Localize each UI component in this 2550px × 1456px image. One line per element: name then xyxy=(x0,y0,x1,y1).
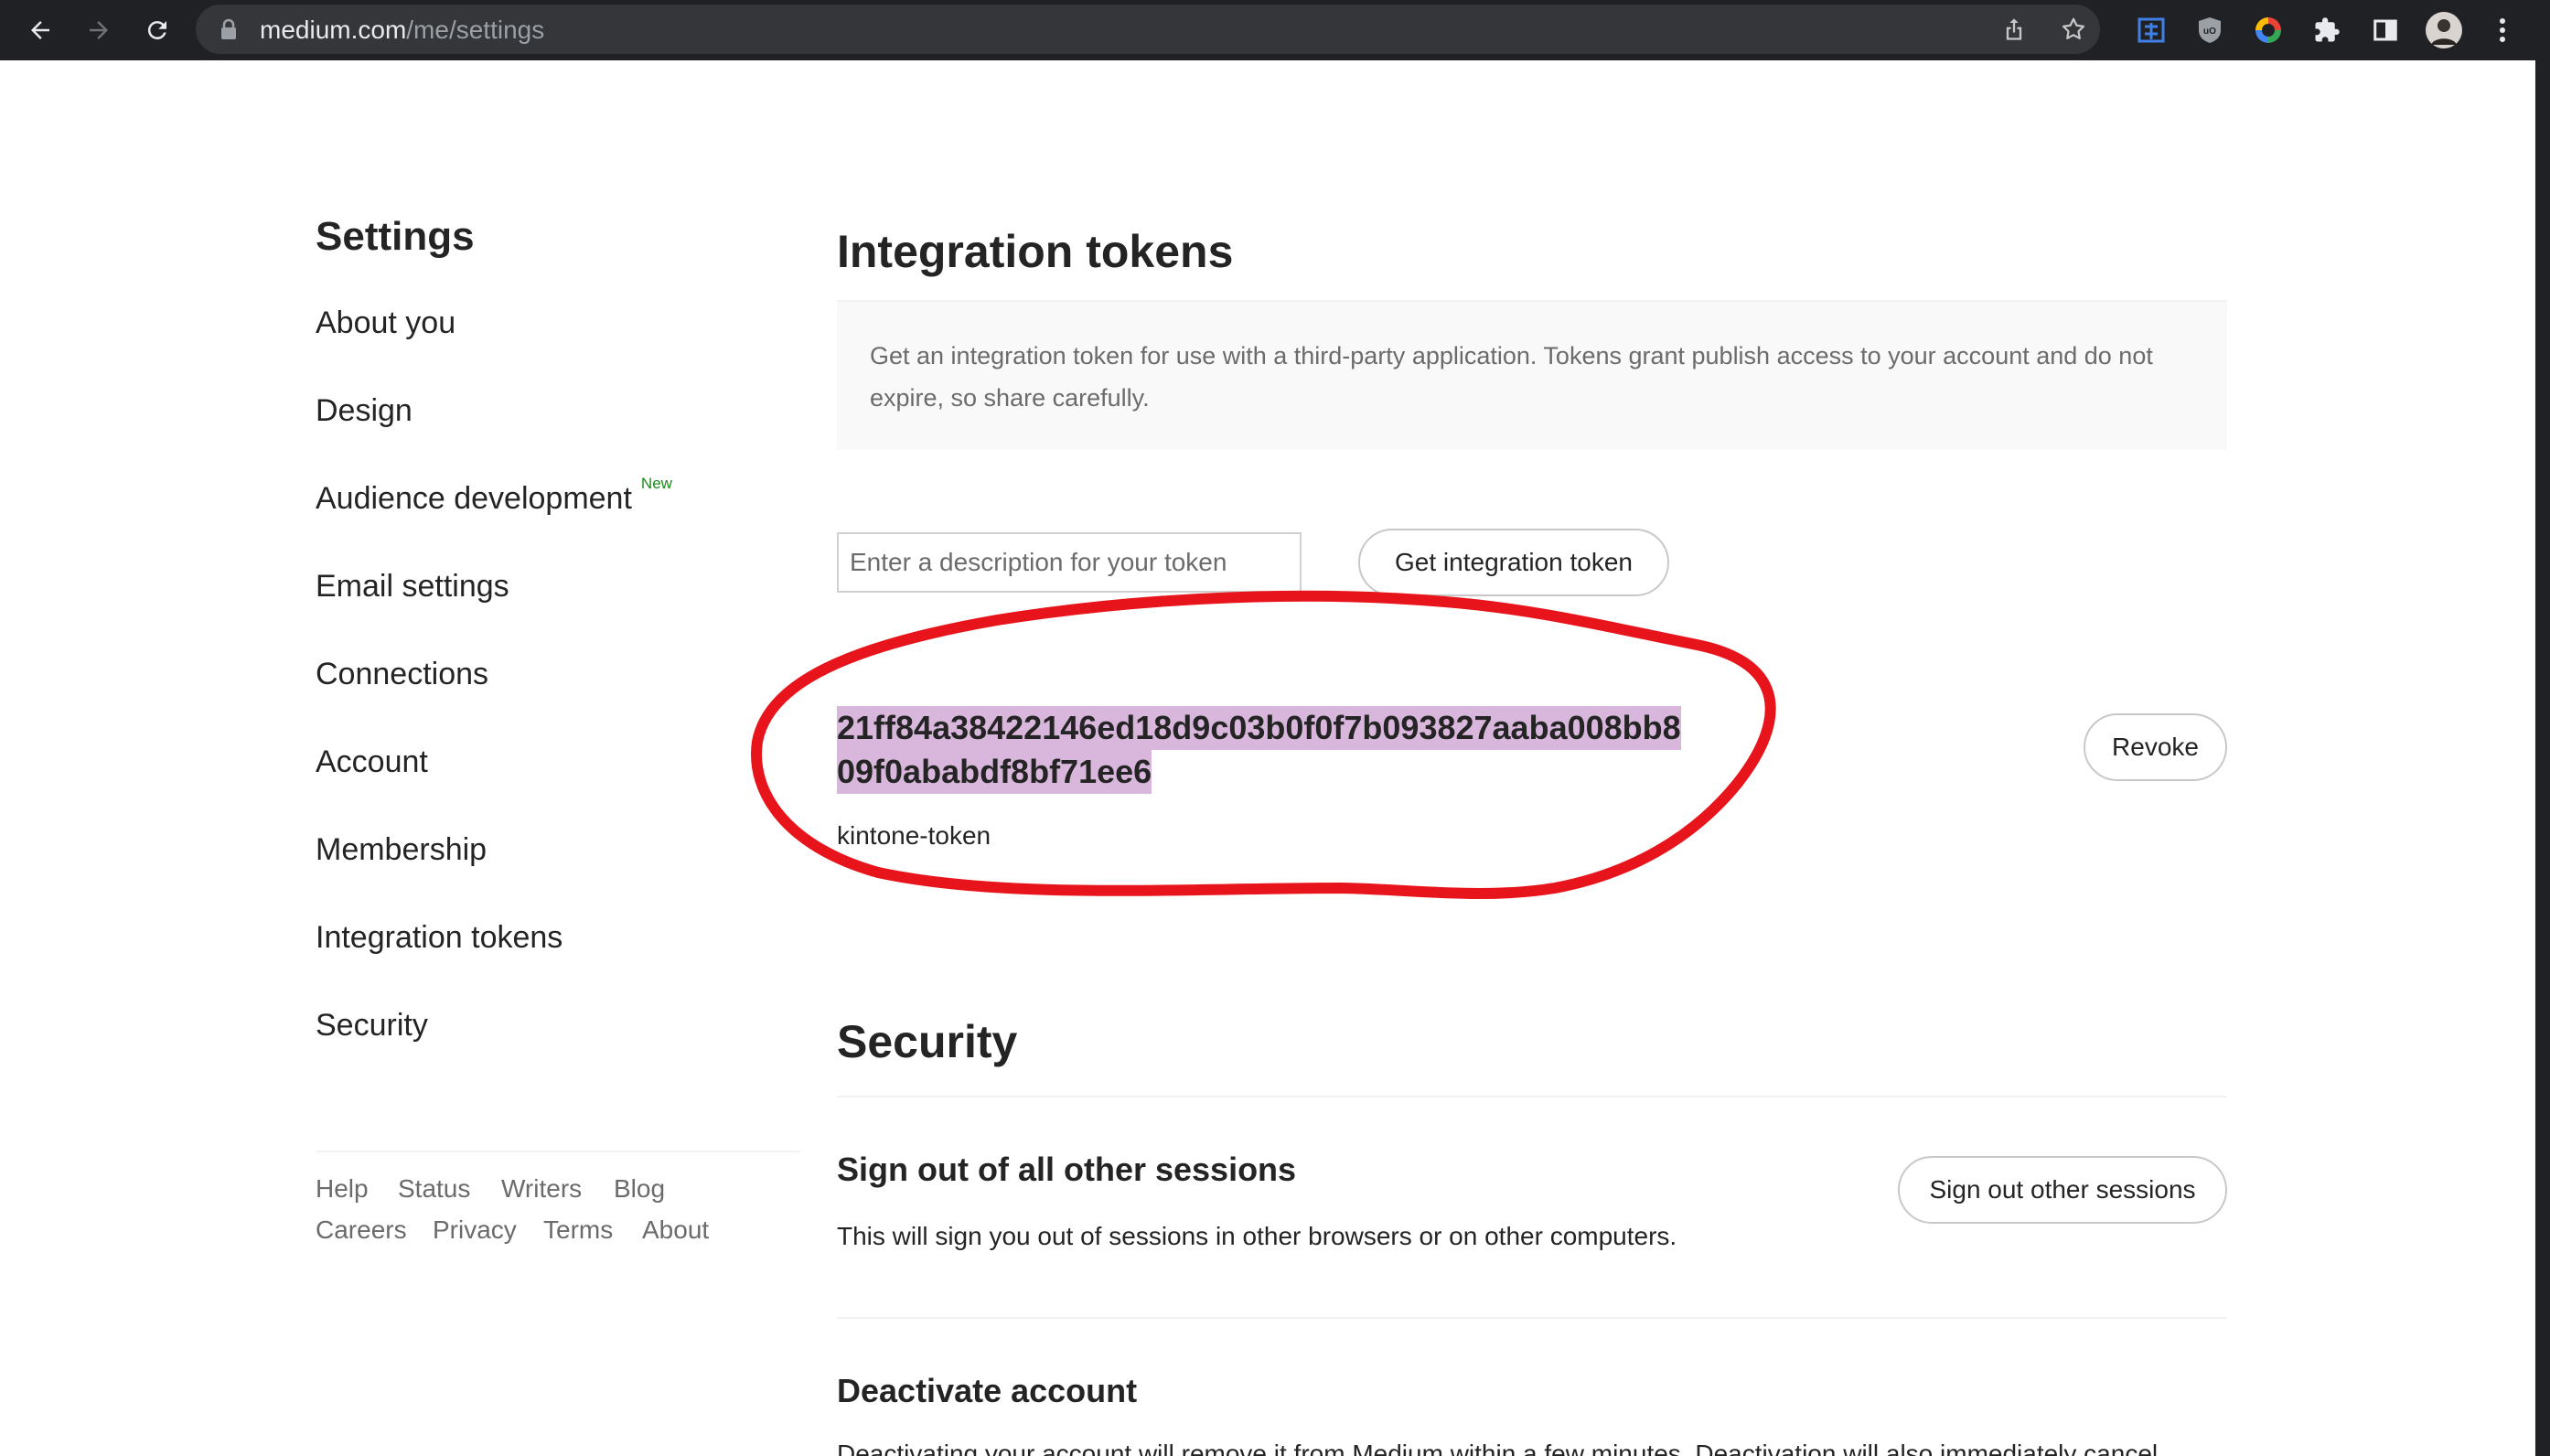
sidebar-title: Settings xyxy=(316,214,475,259)
url-text: medium.com/me/settings xyxy=(260,16,544,44)
settings-page: Settings About you Design Audience devel… xyxy=(0,60,2535,1456)
footer-link-writers[interactable]: Writers xyxy=(501,1174,582,1204)
arrow-left-icon xyxy=(31,21,49,39)
back-button[interactable] xyxy=(18,8,62,52)
footer-link-terms[interactable]: Terms xyxy=(543,1215,613,1245)
sidebar-item-membership[interactable]: Membership xyxy=(316,832,487,868)
star-icon[interactable] xyxy=(2060,16,2087,43)
sidebar-item-label: Audience development xyxy=(316,481,632,516)
lock-icon xyxy=(221,18,236,39)
background-window-edge xyxy=(2535,60,2550,1456)
sidebar-item-account[interactable]: Account xyxy=(316,744,428,780)
url-host: medium.com xyxy=(260,16,407,44)
address-bar[interactable]: medium.com/me/settings xyxy=(196,5,2100,54)
footer-link-privacy[interactable]: Privacy xyxy=(433,1215,517,1245)
color-picker-extension-icon[interactable] xyxy=(2246,8,2290,52)
sidebar-item-about-you[interactable]: About you xyxy=(316,305,455,341)
forward-button[interactable] xyxy=(77,8,121,52)
footer-link-about[interactable]: About xyxy=(642,1215,709,1245)
integration-description: Get an integration token for use with a … xyxy=(870,342,2153,412)
footer-link-status[interactable]: Status xyxy=(398,1174,470,1204)
sign-out-sessions-description: This will sign you out of sessions in ot… xyxy=(837,1222,1677,1250)
integration-info-box: Get an integration token for use with a … xyxy=(837,302,2227,450)
footer-link-careers[interactable]: Careers xyxy=(316,1215,407,1245)
integration-tokens-heading: Integration tokens xyxy=(837,226,1234,277)
sidebar-item-security[interactable]: Security xyxy=(316,1008,428,1044)
share-icon[interactable] xyxy=(2001,16,2027,42)
new-badge: New xyxy=(640,475,672,492)
profile-avatar[interactable] xyxy=(2422,8,2466,52)
deactivate-account-description: Deactivating your account will remove it… xyxy=(837,1440,2159,1456)
reload-icon xyxy=(147,21,166,40)
sidebar-item-email-settings[interactable]: Email settings xyxy=(316,569,509,605)
section-divider xyxy=(837,1096,2227,1097)
token-name: kintone-token xyxy=(837,821,991,850)
svg-text:uO: uO xyxy=(2203,27,2216,37)
token-line-1: 21ff84a38422146ed18d9c03b0f0f7b093827aab… xyxy=(837,706,1681,750)
security-heading: Security xyxy=(837,1016,1018,1067)
translate-extension-icon[interactable] xyxy=(2129,8,2173,52)
sidebar-item-connections[interactable]: Connections xyxy=(316,657,488,692)
section-divider xyxy=(837,1317,2227,1319)
reload-button[interactable] xyxy=(135,8,179,52)
ublock-extension-icon[interactable]: uO xyxy=(2188,8,2232,52)
sidebar-item-design[interactable]: Design xyxy=(316,393,412,429)
sign-out-sessions-title: Sign out of all other sessions xyxy=(837,1151,1297,1188)
side-panel-icon[interactable] xyxy=(2363,8,2407,52)
footer-link-blog[interactable]: Blog xyxy=(614,1174,665,1204)
revoke-button[interactable]: Revoke xyxy=(2084,713,2227,781)
footer-link-help[interactable]: Help xyxy=(316,1174,369,1204)
token-line-2: 09f0ababdf8bf71ee6 xyxy=(837,750,1152,794)
arrow-right-icon xyxy=(90,21,108,39)
sidebar-item-integration-tokens[interactable]: Integration tokens xyxy=(316,920,562,956)
deactivate-account-title: Deactivate account xyxy=(837,1372,1138,1409)
menu-kebab-icon[interactable] xyxy=(2480,8,2524,52)
sidebar-divider xyxy=(316,1151,800,1152)
token-description-input[interactable] xyxy=(837,532,1302,593)
extensions-puzzle-icon[interactable] xyxy=(2305,8,2349,52)
get-integration-token-button[interactable]: Get integration token xyxy=(1358,529,1669,596)
sign-out-other-sessions-button[interactable]: Sign out other sessions xyxy=(1898,1156,2227,1224)
browser-toolbar: medium.com/me/settings uO xyxy=(0,0,2550,60)
url-path: /me/settings xyxy=(406,16,545,44)
integration-token-value: 21ff84a38422146ed18d9c03b0f0f7b093827aab… xyxy=(837,706,1681,794)
sidebar-item-audience-development[interactable]: Audience development New xyxy=(316,475,672,517)
